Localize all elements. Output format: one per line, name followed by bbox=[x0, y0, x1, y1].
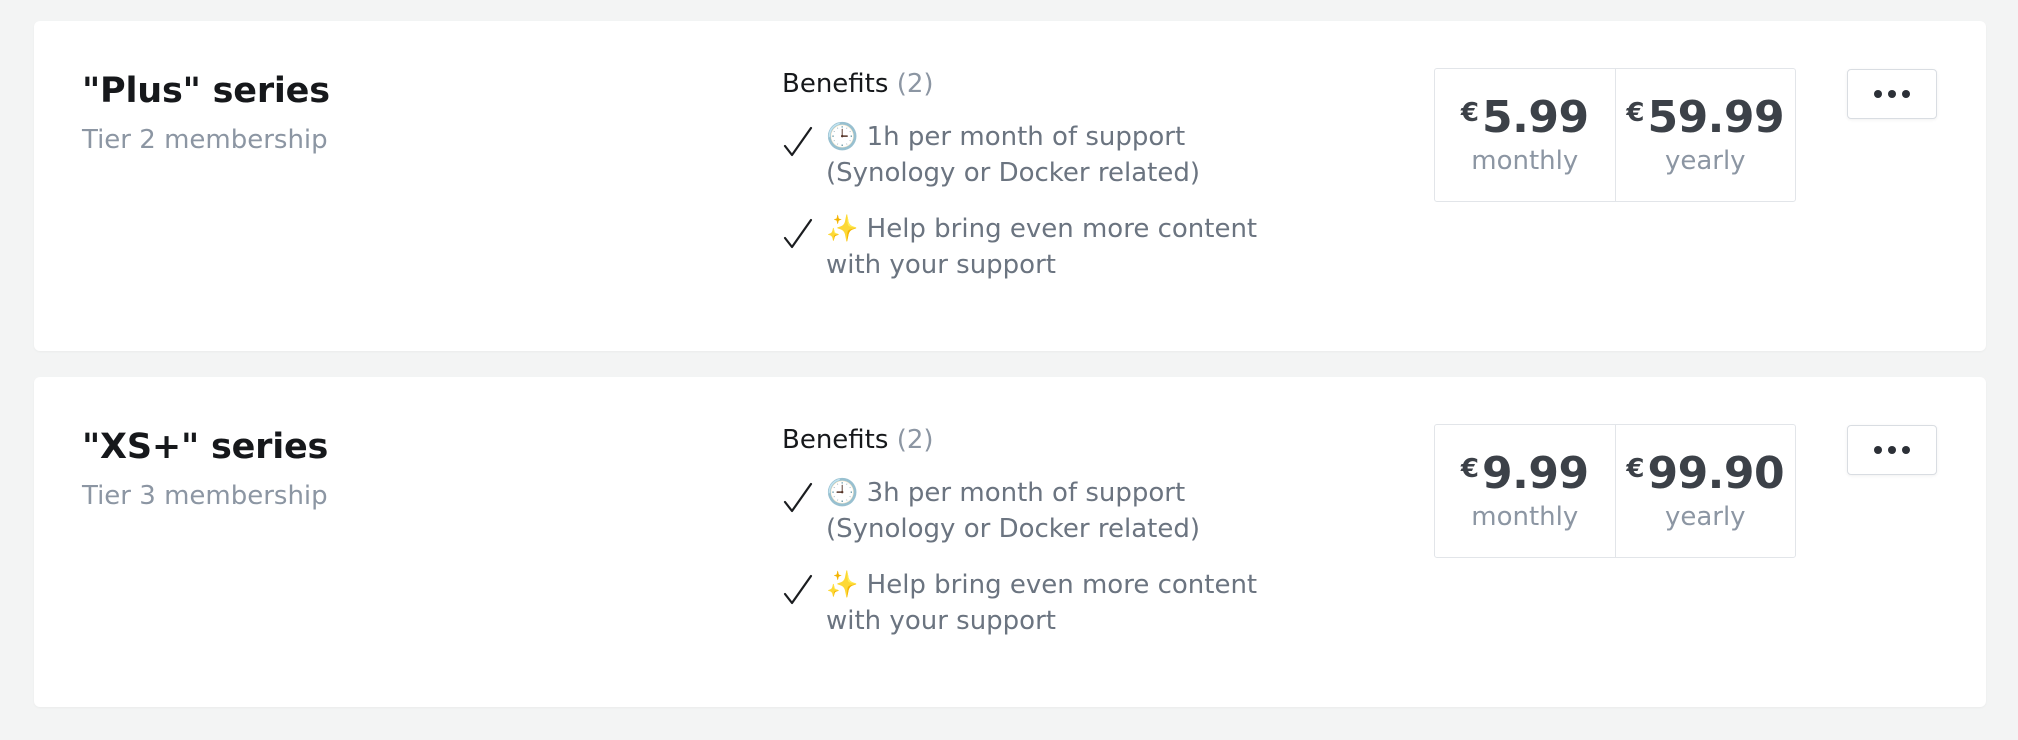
benefit-item: 🕘 3h per month of support (Synology or D… bbox=[782, 475, 1342, 547]
benefits-count: (2) bbox=[896, 69, 934, 99]
price-amount: € 59.99 bbox=[1626, 96, 1784, 140]
price-table: € 9.99 monthly € 99.90 yearly bbox=[1434, 424, 1796, 558]
price-monthly: € 9.99 monthly bbox=[1435, 425, 1615, 557]
price-value: 9.99 bbox=[1482, 448, 1589, 499]
benefit-item: 🕒 1h per month of support (Synology or D… bbox=[782, 119, 1342, 191]
check-icon bbox=[783, 482, 813, 513]
currency-symbol: € bbox=[1626, 98, 1645, 128]
price-yearly: € 59.99 yearly bbox=[1614, 69, 1796, 201]
benefits-count: (2) bbox=[896, 425, 934, 455]
benefit-description: Help bring even more content with your s… bbox=[826, 214, 1258, 280]
benefit-text: 🕒 1h per month of support (Synology or D… bbox=[826, 119, 1266, 191]
tier-list: "Plus" series Tier 2 membership Benefits… bbox=[0, 0, 2018, 740]
price-period: yearly bbox=[1664, 146, 1746, 176]
tier-title: "XS+" series bbox=[82, 427, 329, 467]
benefit-item: ✨ Help bring even more content with your… bbox=[782, 211, 1342, 283]
tier-subtitle: Tier 2 membership bbox=[82, 125, 328, 155]
sparkles-emoji-icon: ✨ bbox=[826, 214, 859, 244]
benefits-heading: Benefits (2) bbox=[782, 67, 1342, 101]
currency-symbol: € bbox=[1460, 98, 1480, 128]
sparkles-emoji-icon: ✨ bbox=[826, 570, 859, 600]
price-value: 59.99 bbox=[1647, 92, 1785, 143]
more-options-button[interactable] bbox=[1847, 425, 1937, 475]
benefits-heading: Benefits (2) bbox=[782, 423, 1342, 457]
benefit-description: 1h per month of support (Synology or Doc… bbox=[826, 122, 1200, 188]
price-period: yearly bbox=[1664, 502, 1746, 532]
check-icon bbox=[783, 218, 813, 249]
benefit-list: 🕒 1h per month of support (Synology or D… bbox=[782, 119, 1342, 283]
clock-emoji-icon: 🕒 bbox=[826, 122, 859, 152]
benefit-description: Help bring even more content with your s… bbox=[826, 570, 1258, 636]
price-period: monthly bbox=[1471, 146, 1579, 176]
price-amount: € 9.99 bbox=[1461, 452, 1589, 496]
benefit-description: 3h per month of support (Synology or Doc… bbox=[826, 478, 1200, 544]
tier-card: "Plus" series Tier 2 membership Benefits… bbox=[34, 21, 1986, 351]
benefits-label: Benefits bbox=[782, 69, 889, 99]
tier-card: "XS+" series Tier 3 membership Benefits … bbox=[34, 377, 1986, 707]
price-amount: € 5.99 bbox=[1461, 96, 1589, 140]
price-table: € 5.99 monthly € 59.99 yearly bbox=[1434, 68, 1796, 202]
benefits-section: Benefits (2) 🕒 1h per month of support (… bbox=[782, 67, 1342, 283]
price-monthly: € 5.99 monthly bbox=[1435, 69, 1615, 201]
check-icon bbox=[783, 574, 813, 605]
clock-emoji-icon: 🕘 bbox=[826, 478, 859, 508]
check-icon bbox=[783, 126, 813, 157]
price-amount: € 99.90 bbox=[1626, 452, 1784, 496]
benefits-label: Benefits bbox=[782, 425, 889, 455]
more-horizontal-icon bbox=[1874, 446, 1910, 454]
price-value: 5.99 bbox=[1482, 92, 1589, 143]
more-horizontal-icon bbox=[1874, 90, 1910, 98]
price-period: monthly bbox=[1471, 502, 1579, 532]
tier-title: "Plus" series bbox=[82, 71, 330, 111]
benefit-item: ✨ Help bring even more content with your… bbox=[782, 567, 1342, 639]
price-yearly: € 99.90 yearly bbox=[1614, 425, 1796, 557]
benefit-text: ✨ Help bring even more content with your… bbox=[826, 567, 1266, 639]
tier-subtitle: Tier 3 membership bbox=[82, 481, 328, 511]
benefits-section: Benefits (2) 🕘 3h per month of support (… bbox=[782, 423, 1342, 639]
more-options-button[interactable] bbox=[1847, 69, 1937, 119]
benefit-text: 🕘 3h per month of support (Synology or D… bbox=[826, 475, 1266, 547]
benefit-list: 🕘 3h per month of support (Synology or D… bbox=[782, 475, 1342, 639]
benefit-text: ✨ Help bring even more content with your… bbox=[826, 211, 1266, 283]
currency-symbol: € bbox=[1460, 454, 1480, 484]
price-value: 99.90 bbox=[1647, 448, 1785, 499]
currency-symbol: € bbox=[1626, 454, 1645, 484]
